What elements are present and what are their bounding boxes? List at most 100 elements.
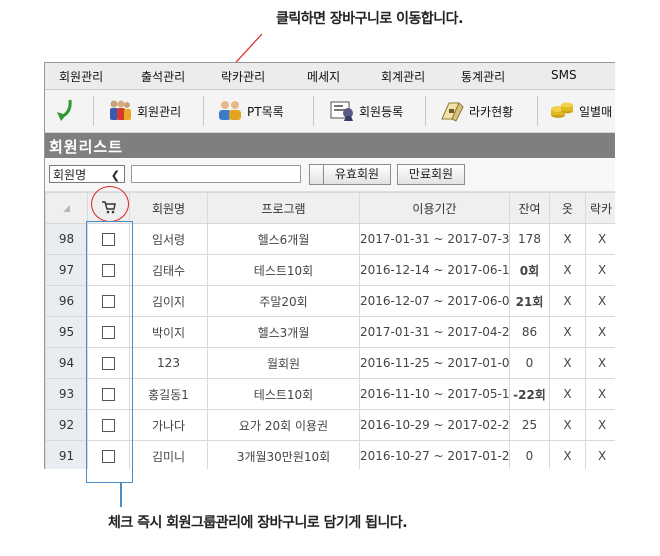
remaining: 0 [509,440,550,469]
usage-period: 2016-11-10 ~ 2017-05-13 [359,378,510,410]
menu-members[interactable]: 회원관리 [59,68,103,85]
program: 헬스3개월 [207,316,360,348]
search-field-select[interactable]: 회원명 ❮ [49,165,125,183]
remaining: 0회 [509,254,550,286]
search-field-select-value: 회원명 [53,168,87,182]
member-name: 김태수 [129,254,208,286]
program: 요가 20회 이용권 [207,409,360,441]
locker-status: X [585,347,615,379]
pt-people-icon [219,101,241,120]
row-number: 96 [45,285,88,317]
row-number: 94 [45,347,88,379]
usage-period: 2017-01-31 ~ 2017-04-29 [359,316,510,348]
usage-period: 2016-10-27 ~ 2017-01-28 [359,440,510,469]
menu-sms[interactable]: SMS [551,68,577,82]
menu-message[interactable]: 메세지 [307,68,340,85]
clothes-status: X [549,440,586,469]
clothes-status: X [549,316,586,348]
back-arrow-button[interactable] [55,96,75,126]
row-number: 93 [45,378,88,410]
menu-locker[interactable]: 락카관리 [221,68,265,85]
member-name: 가나다 [129,409,208,441]
clothes-status: X [549,347,586,379]
toolbar-pt-list-label: PT목록 [247,104,284,119]
menu-accounting[interactable]: 회계관리 [381,68,425,85]
program: 월회원 [207,347,360,379]
clothes-status: X [549,254,586,286]
toolbar-pt-list-button[interactable]: PT목록 [217,96,284,126]
row-number: 91 [45,440,88,469]
member-name: 홍길동1 [129,378,208,410]
expired-members-button[interactable]: 만료회원 [397,164,465,185]
filter-bar: 회원명 ❮ 찾기 유효회원 만료회원 [45,159,615,192]
clothes-status: X [549,285,586,317]
toolbar-locker-label: 라카현황 [469,104,514,119]
remaining: -22회 [509,378,550,410]
header-program[interactable]: 프로그램 [207,192,360,224]
active-members-button[interactable]: 유효회원 [323,164,391,185]
member-name: 김미니 [129,440,208,469]
annotation-bottom: 체크 즉시 회원그룹관리에 장바구니로 담기게 됩니다. [108,515,408,531]
search-input[interactable] [131,165,301,183]
header-locker[interactable]: 락카 [585,192,615,224]
member-name: 임서령 [129,223,208,255]
member-name: 123 [129,347,208,379]
remaining: 0 [509,347,550,379]
remaining: 21회 [509,285,550,317]
coins-icon [551,102,573,118]
member-name: 김이지 [129,285,208,317]
locker-status: X [585,223,615,255]
checkbox-column-highlight [86,221,133,483]
usage-period: 2017-01-31 ~ 2017-07-30 [359,223,510,255]
annotation-connector-line [120,483,122,507]
header-name[interactable]: 회원명 [129,192,208,224]
usage-period: 2016-11-25 ~ 2017-01-04 [359,347,510,379]
header-clothes[interactable]: 옷 [549,192,586,224]
locker-status: X [585,409,615,441]
locker-status: X [585,440,615,469]
table-header-row: 회원명 프로그램 이용기간 잔여 옷 락카 [45,192,615,224]
member-name: 박이지 [129,316,208,348]
locker-status: X [585,378,615,410]
menu-attendance[interactable]: 출석관리 [141,68,185,85]
header-remaining[interactable]: 잔여 [509,192,550,224]
toolbar-daily-sales-label: 일별매 [579,104,613,119]
list-title-bar: 회원리스트 [45,133,615,158]
cart-highlight-circle [91,186,129,222]
usage-period: 2016-12-14 ~ 2017-06-13 [359,254,510,286]
chevron-down-icon: ❮ [110,169,120,182]
sort-corner[interactable] [45,192,88,224]
locker-status: X [585,254,615,286]
toolbar: 회원관리 PT목록 회원등록 라카현황 일별매 [45,90,615,133]
row-number: 95 [45,316,88,348]
locker-status: X [585,316,615,348]
list-title: 회원리스트 [49,138,124,156]
row-number: 98 [45,223,88,255]
toolbar-daily-sales-button[interactable]: 일별매 [549,96,612,126]
toolbar-members-label: 회원관리 [137,104,182,119]
toolbar-locker-button[interactable]: 라카현황 [439,96,513,126]
program: 헬스6개월 [207,223,360,255]
remaining: 86 [509,316,550,348]
menu-statistics[interactable]: 통계관리 [461,68,505,85]
toolbar-register-button[interactable]: 회원등록 [329,96,403,126]
row-number: 97 [45,254,88,286]
program: 3개월30만원10회 [207,440,360,469]
locker-status: X [585,285,615,317]
toolbar-members-button[interactable]: 회원관리 [107,96,181,126]
members-icon [110,100,131,120]
register-icon [330,101,353,121]
usage-period: 2016-12-07 ~ 2017-06-06 [359,285,510,317]
program: 테스트10회 [207,378,360,410]
toolbar-register-label: 회원등록 [359,104,404,119]
header-period[interactable]: 이용기간 [359,192,510,224]
menu-bar: 회원관리 출석관리 락카관리 메세지 회계관리 통계관리 SMS [45,63,615,90]
clothes-status: X [549,223,586,255]
locker-icon [441,102,464,122]
program: 테스트10회 [207,254,360,286]
green-arrow-icon [57,99,72,121]
program: 주말20회 [207,285,360,317]
sort-triangle-icon [63,205,70,212]
remaining: 178 [509,223,550,255]
remaining: 25 [509,409,550,441]
